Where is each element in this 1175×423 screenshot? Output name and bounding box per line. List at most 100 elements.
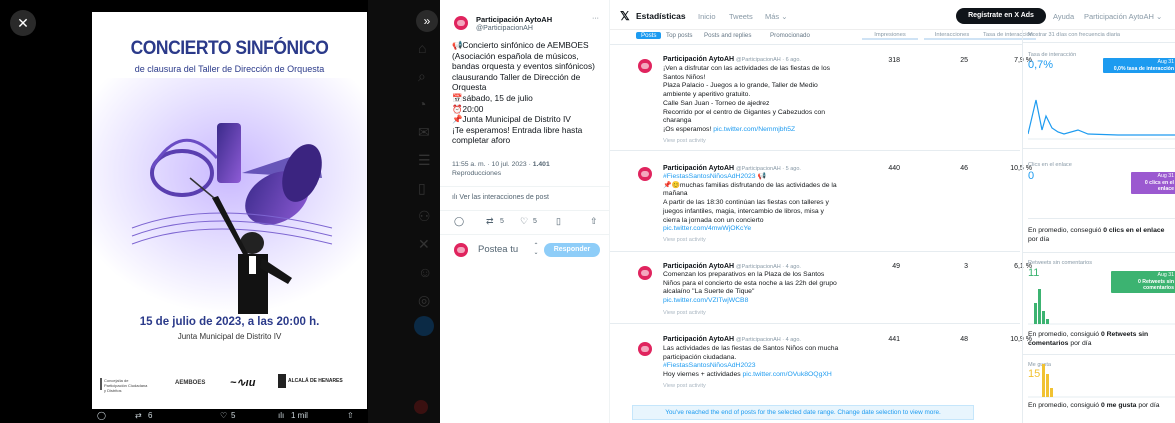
row-impressions: 440 [888,165,900,172]
share-icon[interactable]: ⇧ [347,411,354,420]
table-row[interactable]: Participación AytoAH @ParticipacionAH · … [610,324,1032,396]
poster-artwork [92,78,367,314]
profile-icon: ☺ [418,264,433,280]
end-of-range-banner[interactable]: You've reached the end of posts for the … [632,405,974,420]
retweet-icon[interactable]: ⇄ [135,411,142,420]
row-text[interactable]: ¡Ven a disfrutar con las actividades de … [663,65,863,135]
row-interactions: 25 [960,57,968,64]
close-icon[interactable]: ✕ [10,10,36,36]
tweet-author-name[interactable]: Participación AytoAH [476,15,552,24]
reply-icon[interactable]: ◯ [454,216,464,227]
subtab-top-posts[interactable]: Top posts [666,32,692,39]
tweet-line: 📌Junta Municipal de Distrito IV [452,114,571,125]
row-author[interactable]: Participación AytoAH @ParticipacionAH · … [663,56,801,63]
like-icon[interactable]: ♡ [220,411,227,420]
nav-tweets[interactable]: Tweets [729,12,753,21]
tweet-line: bandas orquesta y eventos sinfónicos) [452,61,595,72]
mail-icon: ✉ [418,124,430,140]
row-text[interactable]: Comenzan los preparativos en la Plaza de… [663,271,863,306]
views-icon[interactable]: ılı [278,411,284,420]
tweet-line: completar aforo [452,135,511,146]
more-icon[interactable]: ··· [592,15,599,22]
tweet-timestamp[interactable]: 11:55 a. m. · 10 jul. 2023 · [452,161,531,168]
view-activity-link[interactable]: View post activity [663,138,706,144]
list-icon: ☰ [418,152,431,168]
row-text[interactable]: Las actividades de las fiestas de Santos… [663,345,863,380]
column-interactions[interactable]: Interacciones [924,32,980,40]
row-interactions: 46 [960,165,968,172]
row-link[interactable]: pic.twitter.com/4mwWjOKcYe [663,225,863,234]
analytics-page: 𝕏 Estadísticas Inicio Tweets Más ⌄ Regís… [610,0,1175,423]
table-row[interactable]: Participación AytoAH @ParticipacionAH · … [610,151,1032,252]
search-icon: ⌕ [418,68,426,84]
row-interactions: 3 [964,263,968,270]
tweet-line: 📢Concierto sinfónico de AEMBOES [452,40,589,50]
reply-icon[interactable]: ◯ [97,411,106,420]
row-interactions: 48 [960,336,968,343]
reply-input[interactable]: Postea tu [478,244,536,255]
avatar[interactable] [454,16,468,30]
compose-icon [414,316,434,336]
share-icon[interactable]: ⇧ [590,216,598,227]
row-text[interactable]: #FiestasSantosNiñosAdH2023 📢 📌😊muchas fa… [663,173,863,234]
x-logo-icon: ✕ [418,236,430,252]
top-bar: 𝕏 Estadísticas Inicio Tweets Más ⌄ Regís… [610,0,1175,30]
x-logo-icon[interactable]: 𝕏 [620,9,630,23]
row-link[interactable]: pic.twitter.com/VZITwjWCB8 [663,297,863,306]
avatar [638,167,652,181]
row-author[interactable]: Participación AytoAH @ParticipacionAH · … [663,165,801,172]
page-title[interactable]: Estadísticas [636,11,686,21]
tweet-line: (Asociación española de músicos, [452,50,579,61]
bookmark-icon[interactable]: ▯ [556,216,561,227]
nav-home[interactable]: Inicio [698,12,716,21]
help-link[interactable]: Ayuda [1053,12,1074,21]
poster-date: 15 de julio de 2023, a las 20:00 h. [139,316,320,328]
reply-button[interactable]: Responder [544,243,600,257]
retweets-label: Retweets sin comentarios [1028,260,1093,266]
row-impressions: 49 [892,263,900,270]
poster-logos: Concejalía de Participación Ciudadana y … [100,374,360,398]
signup-button[interactable]: Regístrate en X Ads [956,8,1046,24]
subtab-posts[interactable]: Posts [636,32,662,39]
tweet-line: Orquesta [452,82,487,93]
tweet-views: 1.401 [532,161,550,168]
view-interactions-link[interactable]: ılı Ver las interacciones de post [452,194,549,201]
music-logo: ~∿ıu [230,377,256,389]
viewer-actions: ◯ ⇄ 6 ♡ 5 ılı 1 mil ⇧ [95,410,365,423]
clicks-average: En promedio, conseguió 0 clics en el enl… [1028,227,1165,243]
column-impressions[interactable]: Impresiones [862,32,918,40]
view-activity-link[interactable]: View post activity [663,383,706,389]
tweet-views-label: Reproducciones [452,170,502,177]
row-impressions: 441 [888,336,900,343]
nav-more[interactable]: Más ⌄ [765,12,788,21]
tweet-body: 📢Concierto sinfónico de AEMBOES (Asociac… [452,40,608,146]
row-link[interactable]: pic.twitter.com/OVuk8OQgXH [743,371,832,378]
view-interactions-label: Ver las interacciones de post [459,194,549,201]
avatar [638,59,652,73]
bookmark-icon: ▯ [418,180,426,196]
rate-chart [1028,99,1175,140]
view-activity-link[interactable]: View post activity [663,237,706,243]
range-label: Mostrar 31 días con frecuencia diaria [1028,32,1121,38]
view-activity-link[interactable]: View post activity [663,310,706,316]
views-count: 1 mil [291,411,308,420]
table-row[interactable]: Participación AytoAH @ParticipacionAH · … [610,45,1032,151]
tweet-line: ¡Te esperamos! Entrada libre hasta [452,124,583,135]
row-author[interactable]: Participación AytoAH @ParticipacionAH · … [663,263,801,270]
account-menu[interactable]: Participación AytoAH ⌄ [1084,12,1162,21]
row-author[interactable]: Participación AytoAH @ParticipacionAH · … [663,336,801,343]
avatar [638,342,652,356]
chevron-right-icon[interactable]: » [416,10,438,32]
scroll-stepper-icon[interactable]: ⌃ ⌄ [533,243,539,257]
retweet-icon[interactable]: ⇄ [486,216,494,227]
poster-subtitle: de clausura del Taller de Dirección de O… [134,64,325,74]
bell-icon: ◔ [418,96,427,112]
table-row[interactable]: Participación AytoAH @ParticipacionAH · … [610,252,1032,324]
row-link[interactable]: pic.twitter.com/Nemmjbh5Z [713,126,795,133]
tweet-meta: 11:55 a. m. · 10 jul. 2023 · 1.401 Repro… [452,160,608,178]
retweets-chart [1028,289,1175,325]
subtab-promoted[interactable]: Promocionado [770,32,810,39]
tweet-author-handle[interactable]: @ParticipacionAH [476,25,533,32]
subtab-posts-replies[interactable]: Posts and replies [704,32,751,39]
like-icon[interactable]: ♡ [520,216,528,227]
